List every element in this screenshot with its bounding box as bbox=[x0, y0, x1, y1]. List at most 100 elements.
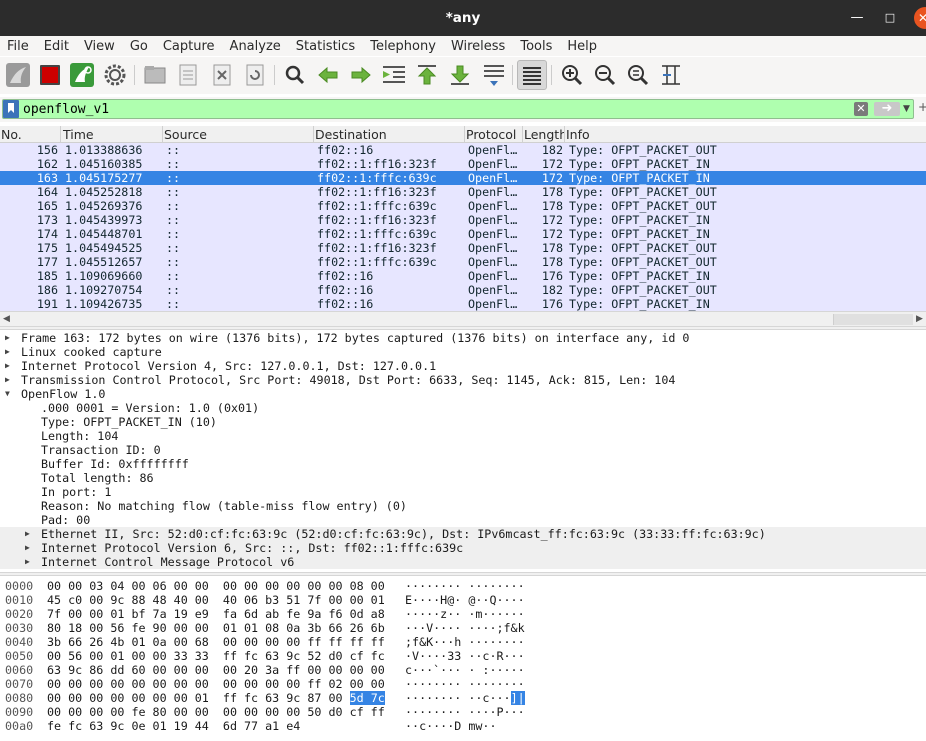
maximize-icon[interactable]: □ bbox=[880, 8, 900, 28]
expand-chevron-right-icon[interactable]: ▶ bbox=[25, 541, 35, 555]
menu-tools[interactable]: Tools bbox=[520, 39, 552, 54]
go-to-packet-icon[interactable] bbox=[379, 60, 409, 90]
packet-row[interactable]: 185 1.109069660 :: ff02::16 OpenFl… 176 … bbox=[0, 269, 926, 283]
tree-field-type[interactable]: Type: OFPT_PACKET_IN (10) bbox=[0, 415, 926, 429]
hex-row[interactable]: 0020 7f 00 00 01 bf 7a 19 e9 fa 6d ab fe… bbox=[0, 607, 926, 621]
expand-chevron-right-icon[interactable]: ▶ bbox=[5, 331, 15, 345]
filter-bookmark-icon[interactable] bbox=[3, 100, 19, 118]
tree-field-length[interactable]: Length: 104 bbox=[0, 429, 926, 443]
resize-columns-icon[interactable] bbox=[656, 60, 686, 90]
tree-field-total-length[interactable]: Total length: 86 bbox=[0, 471, 926, 485]
expand-chevron-right-icon[interactable]: ▶ bbox=[25, 555, 35, 569]
tree-field-transaction-id[interactable]: Transaction ID: 0 bbox=[0, 443, 926, 457]
column-header-no[interactable]: No. bbox=[0, 126, 61, 143]
clear-filter-icon[interactable]: ✕ bbox=[854, 102, 868, 116]
tree-field-buffer-id[interactable]: Buffer Id: 0xffffffff bbox=[0, 457, 926, 471]
tree-item-openflow[interactable]: ▼ OpenFlow 1.0 bbox=[0, 387, 926, 401]
hex-row[interactable]: 0010 45 c0 00 9c 88 48 40 00 40 06 b3 51… bbox=[0, 593, 926, 607]
menu-telephony[interactable]: Telephony bbox=[370, 39, 436, 54]
zoom-in-icon[interactable] bbox=[557, 60, 587, 90]
display-filter-input[interactable] bbox=[23, 101, 823, 117]
packet-row[interactable]: 165 1.045269376 :: ff02::1:fffc:639c Ope… bbox=[0, 199, 926, 213]
tree-item-tcp[interactable]: ▶ Transmission Control Protocol, Src Por… bbox=[0, 373, 926, 387]
packet-row[interactable]: 174 1.045448701 :: ff02::1:fffc:639c Ope… bbox=[0, 227, 926, 241]
packet-list-horizontal-scrollbar[interactable]: ◀ ▶ bbox=[0, 311, 926, 327]
auto-scroll-icon[interactable] bbox=[479, 60, 509, 90]
tree-field-reason[interactable]: Reason: No matching flow (table-miss flo… bbox=[0, 499, 926, 513]
pane-splitter[interactable] bbox=[0, 572, 926, 576]
packet-row[interactable]: 175 1.045494525 :: ff02::1:ff16:323f Ope… bbox=[0, 241, 926, 255]
hex-row[interactable]: 0000 00 00 03 04 00 06 00 00 00 00 00 00… bbox=[0, 579, 926, 593]
tree-item-icmpv6[interactable]: ▶ Internet Control Message Protocol v6 bbox=[0, 555, 926, 569]
save-file-icon[interactable] bbox=[173, 60, 203, 90]
normal-size-icon[interactable] bbox=[623, 60, 653, 90]
hex-row[interactable]: 0050 00 56 00 01 00 00 33 33 ff fc 63 9c… bbox=[0, 649, 926, 663]
tree-item-frame[interactable]: ▶ Frame 163: 172 bytes on wire (1376 bit… bbox=[0, 331, 926, 345]
restart-capture-icon[interactable] bbox=[67, 60, 97, 90]
menu-view[interactable]: View bbox=[84, 39, 115, 54]
pane-splitter[interactable] bbox=[0, 326, 926, 330]
tree-field-version[interactable]: .000 0001 = Version: 1.0 (0x01) bbox=[0, 401, 926, 415]
collapse-chevron-down-icon[interactable]: ▼ bbox=[5, 387, 15, 401]
column-header-length[interactable]: Length bbox=[523, 126, 565, 143]
expand-chevron-right-icon[interactable]: ▶ bbox=[5, 373, 15, 387]
stop-capture-icon[interactable] bbox=[35, 60, 65, 90]
zoom-out-icon[interactable] bbox=[590, 60, 620, 90]
hex-row[interactable]: 0040 3b 66 26 4b 01 0a 00 68 00 00 00 00… bbox=[0, 635, 926, 649]
packet-row[interactable]: 186 1.109270754 :: ff02::16 OpenFl… 182 … bbox=[0, 283, 926, 297]
menu-edit[interactable]: Edit bbox=[44, 39, 69, 54]
packet-row[interactable]: 156 1.013388636 :: ff02::16 OpenFl… 182 … bbox=[0, 143, 926, 157]
menu-go[interactable]: Go bbox=[130, 39, 148, 54]
go-forward-icon[interactable] bbox=[346, 60, 376, 90]
open-file-icon[interactable] bbox=[140, 60, 170, 90]
first-packet-icon[interactable] bbox=[412, 60, 442, 90]
packet-row-selected[interactable]: 163 1.045175277 :: ff02::1:fffc:639c Ope… bbox=[0, 171, 926, 185]
expand-chevron-right-icon[interactable]: ▶ bbox=[5, 359, 15, 373]
hex-row[interactable]: 0090 00 00 00 00 fe 80 00 00 00 00 00 00… bbox=[0, 705, 926, 719]
tree-item-ipv6[interactable]: ▶ Internet Protocol Version 6, Src: ::, … bbox=[0, 541, 926, 555]
capture-options-gear-icon[interactable] bbox=[100, 60, 130, 90]
menu-capture[interactable]: Capture bbox=[163, 39, 215, 54]
menu-statistics[interactable]: Statistics bbox=[296, 39, 355, 54]
column-header-source[interactable]: Source bbox=[163, 126, 314, 143]
column-header-time[interactable]: Time bbox=[62, 126, 163, 143]
packet-row[interactable]: 164 1.045252818 :: ff02::1:ff16:323f Ope… bbox=[0, 185, 926, 199]
find-packet-icon[interactable] bbox=[280, 60, 310, 90]
colorize-icon[interactable] bbox=[517, 60, 547, 90]
tree-item-linux-cooked[interactable]: ▶ Linux cooked capture bbox=[0, 345, 926, 359]
hex-row[interactable]: 0060 63 9c 86 dd 60 00 00 00 00 20 3a ff… bbox=[0, 663, 926, 677]
scroll-right-arrow-icon[interactable]: ▶ bbox=[916, 314, 923, 324]
tree-item-ethernet[interactable]: ▶ Ethernet II, Src: 52:d0:cf:fc:63:9c (5… bbox=[0, 527, 926, 541]
minimize-icon[interactable]: — bbox=[847, 8, 867, 28]
packet-row[interactable]: 173 1.045439973 :: ff02::1:ff16:323f Ope… bbox=[0, 213, 926, 227]
go-back-icon[interactable] bbox=[313, 60, 343, 90]
last-packet-icon[interactable] bbox=[445, 60, 475, 90]
expand-chevron-right-icon[interactable]: ▶ bbox=[25, 527, 35, 541]
hex-row[interactable]: 0080 00 00 00 00 00 00 00 01 ff fc 63 9c… bbox=[0, 691, 926, 705]
menu-wireless[interactable]: Wireless bbox=[451, 39, 505, 54]
packet-row[interactable]: 191 1.109426735 :: ff02::16 OpenFl… 176 … bbox=[0, 297, 926, 311]
tree-field-pad[interactable]: Pad: 00 bbox=[0, 513, 926, 527]
filter-history-chevron-down-icon[interactable]: ▼ bbox=[903, 102, 913, 116]
packet-row[interactable]: 162 1.045160385 :: ff02::1:ff16:323f Ope… bbox=[0, 157, 926, 171]
reload-file-icon[interactable] bbox=[240, 60, 270, 90]
tree-item-ipv4[interactable]: ▶ Internet Protocol Version 4, Src: 127.… bbox=[0, 359, 926, 373]
scrollbar-track[interactable] bbox=[833, 314, 913, 325]
scroll-left-arrow-icon[interactable]: ◀ bbox=[3, 314, 10, 324]
shark-fin-start-icon[interactable] bbox=[3, 60, 33, 90]
add-filter-button-icon[interactable]: + bbox=[918, 100, 926, 114]
expand-chevron-right-icon[interactable]: ▶ bbox=[5, 345, 15, 359]
hex-row[interactable]: 0030 80 18 00 56 fe 90 00 00 01 01 08 0a… bbox=[0, 621, 926, 635]
menu-file[interactable]: File bbox=[7, 39, 29, 54]
hex-row[interactable]: 00a0 fe fc 63 9c 0e 01 19 44 6d 77 a1 e4… bbox=[0, 719, 926, 733]
column-header-destination[interactable]: Destination bbox=[314, 126, 465, 143]
tree-field-in-port[interactable]: In port: 1 bbox=[0, 485, 926, 499]
column-header-info[interactable]: Info bbox=[565, 126, 926, 143]
packet-row[interactable]: 177 1.045512657 :: ff02::1:fffc:639c Ope… bbox=[0, 255, 926, 269]
menu-help[interactable]: Help bbox=[567, 39, 597, 54]
close-file-icon[interactable] bbox=[207, 60, 237, 90]
hex-row[interactable]: 0070 00 00 00 00 00 00 00 00 00 00 00 00… bbox=[0, 677, 926, 691]
column-header-protocol[interactable]: Protocol bbox=[465, 126, 523, 143]
menu-analyze[interactable]: Analyze bbox=[230, 39, 281, 54]
apply-filter-arrow-icon[interactable]: ➜ bbox=[874, 102, 900, 116]
